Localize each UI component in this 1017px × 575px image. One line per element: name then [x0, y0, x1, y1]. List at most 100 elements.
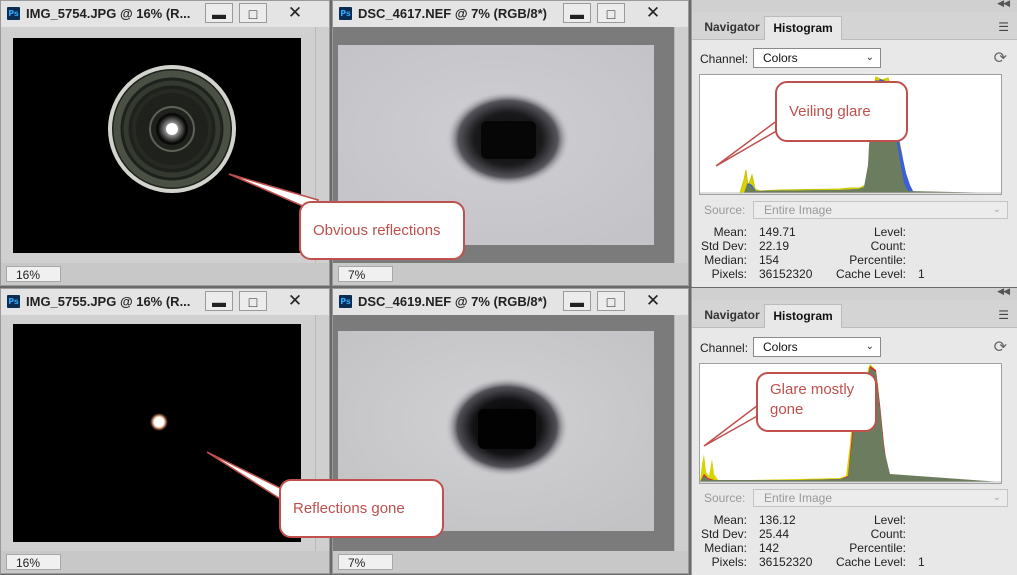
double-chevron-icon[interactable]: ◀◀ [997, 288, 1010, 297]
window-titlebar[interactable]: Ps DSC_4617.NEF @ 7% (RGB/8*) ▬ □ ✕ [333, 1, 688, 27]
minimize-button[interactable]: ▬ [563, 291, 591, 311]
document-window-img-5754[interactable]: Ps IMG_5754.JPG @ 16% (R... ▬ □ ✕ 16% [0, 0, 330, 286]
zoom-field[interactable]: 16% [6, 266, 61, 282]
chevron-down-icon: ⌄ [865, 341, 874, 352]
window-titlebar[interactable]: Ps IMG_5755.JPG @ 16% (R... ▬ □ ✕ [1, 289, 329, 315]
stat-cache-level-label: Cache Level: [835, 267, 906, 281]
window-titlebar[interactable]: Ps IMG_5754.JPG @ 16% (R... ▬ □ ✕ [1, 1, 329, 27]
panel-tab-row: Navigator Histogram ☰ [692, 12, 1017, 40]
stat-median-value: 142 [759, 541, 780, 555]
zoom-field[interactable]: 16% [6, 554, 61, 570]
channel-select[interactable]: Colors ⌄ [753, 48, 881, 68]
stat-cache-level-value: 1 [918, 267, 925, 281]
panel-dock-bar: ◀◀ [692, 0, 1017, 12]
panel-tab-row: Navigator Histogram ☰ [692, 300, 1017, 328]
photoshop-icon: Ps [339, 295, 352, 308]
stat-cache-level-value: 1 [918, 555, 925, 569]
hamburger-icon[interactable]: ☰ [998, 308, 1009, 322]
minimize-button[interactable]: ▬ [205, 291, 233, 311]
status-bar: 7% [333, 551, 688, 573]
photoshop-icon: Ps [7, 295, 20, 308]
stat-mean-label: Mean: [713, 513, 747, 527]
refresh-icon[interactable]: ⟳ [994, 48, 1007, 68]
zoom-field[interactable]: 7% [338, 266, 393, 282]
stat-median-value: 154 [759, 253, 780, 267]
maximize-button[interactable]: □ [597, 3, 625, 23]
window-title: DSC_4619.NEF @ 7% (RGB/8*) [358, 294, 547, 309]
stat-stddev-label: Std Dev: [700, 239, 747, 253]
clean-light-image [13, 324, 301, 542]
close-button[interactable]: ✕ [281, 3, 309, 23]
source-value: Entire Image [764, 491, 833, 505]
channel-label: Channel: [700, 52, 749, 66]
source-label: Source: [704, 203, 746, 217]
double-chevron-icon[interactable]: ◀◀ [997, 0, 1010, 9]
chevron-down-icon: ⌄ [992, 204, 1001, 215]
channel-select[interactable]: Colors ⌄ [753, 337, 881, 357]
source-value: Entire Image [764, 203, 833, 217]
tab-navigator[interactable]: Navigator [698, 16, 766, 39]
callout-veiling-glare: Veiling glare [775, 81, 908, 142]
callout-glare-mostly-gone: Glare mostly gone [756, 372, 877, 432]
stat-count-label: Count: [870, 527, 906, 541]
stat-count-label: Count: [870, 239, 906, 253]
maximize-button[interactable]: □ [597, 291, 625, 311]
stat-level-label: Level: [873, 513, 906, 527]
vertical-scrollbar[interactable] [674, 27, 688, 263]
channel-value: Colors [763, 340, 798, 354]
stat-percentile-label: Percentile: [849, 253, 906, 267]
tab-histogram[interactable]: Histogram [764, 16, 842, 40]
chevron-down-icon: ⌄ [992, 492, 1001, 503]
stat-mean-value: 136.12 [759, 513, 796, 527]
source-select[interactable]: Entire Image ⌄ [753, 489, 1008, 507]
stat-median-label: Median: [704, 541, 747, 555]
status-bar: 16% [1, 551, 329, 573]
maximize-button[interactable]: □ [239, 291, 267, 311]
stat-mean-label: Mean: [713, 225, 747, 239]
stat-cache-level-label: Cache Level: [835, 555, 906, 569]
zoom-field[interactable]: 7% [338, 554, 393, 570]
window-titlebar[interactable]: Ps DSC_4619.NEF @ 7% (RGB/8*) ▬ □ ✕ [333, 289, 688, 315]
stat-median-label: Median: [704, 253, 747, 267]
maximize-button[interactable]: □ [239, 3, 267, 23]
stat-pixels-label: Pixels: [711, 267, 747, 281]
minimize-button[interactable]: ▬ [205, 3, 233, 23]
stat-pixels-value: 36152320 [759, 267, 813, 281]
image-canvas[interactable] [1, 27, 317, 263]
stat-stddev-label: Std Dev: [700, 527, 747, 541]
tab-navigator[interactable]: Navigator [698, 304, 766, 327]
close-button[interactable]: ✕ [639, 291, 667, 311]
stat-level-label: Level: [873, 225, 906, 239]
lens-reflection-image [13, 38, 301, 253]
image-canvas[interactable] [1, 315, 317, 551]
photoshop-icon: Ps [339, 7, 352, 20]
stat-stddev-value: 25.44 [759, 527, 790, 541]
stat-mean-value: 149.71 [759, 225, 796, 239]
minimize-button[interactable]: ▬ [563, 3, 591, 23]
status-bar: 7% [333, 263, 688, 285]
channel-label: Channel: [700, 341, 749, 355]
close-button[interactable]: ✕ [281, 291, 309, 311]
channel-value: Colors [763, 51, 798, 65]
stat-pixels-value: 36152320 [759, 555, 813, 569]
window-title: IMG_5754.JPG @ 16% (R... [26, 6, 191, 21]
status-bar: 16% [1, 263, 329, 285]
hamburger-icon[interactable]: ☰ [998, 20, 1009, 34]
histogram-panel-top: ◀◀ Navigator Histogram ☰ Channel: Colors… [691, 0, 1017, 287]
stat-stddev-value: 22.19 [759, 239, 790, 253]
source-label: Source: [704, 491, 746, 505]
vertical-scrollbar[interactable] [674, 315, 688, 551]
window-title: IMG_5755.JPG @ 16% (R... [26, 294, 191, 309]
stat-percentile-label: Percentile: [849, 541, 906, 555]
callout-reflections-gone: Reflections gone [279, 479, 444, 538]
stat-pixels-label: Pixels: [711, 555, 747, 569]
panel-dock-bar: ◀◀ [692, 288, 1017, 300]
refresh-icon[interactable]: ⟳ [994, 337, 1007, 357]
chevron-down-icon: ⌄ [865, 52, 874, 63]
window-title: DSC_4617.NEF @ 7% (RGB/8*) [358, 6, 547, 21]
photoshop-icon: Ps [7, 7, 20, 20]
callout-obvious-reflections: Obvious reflections [299, 201, 465, 260]
close-button[interactable]: ✕ [639, 3, 667, 23]
tab-histogram[interactable]: Histogram [764, 304, 842, 328]
source-select[interactable]: Entire Image ⌄ [753, 201, 1008, 219]
